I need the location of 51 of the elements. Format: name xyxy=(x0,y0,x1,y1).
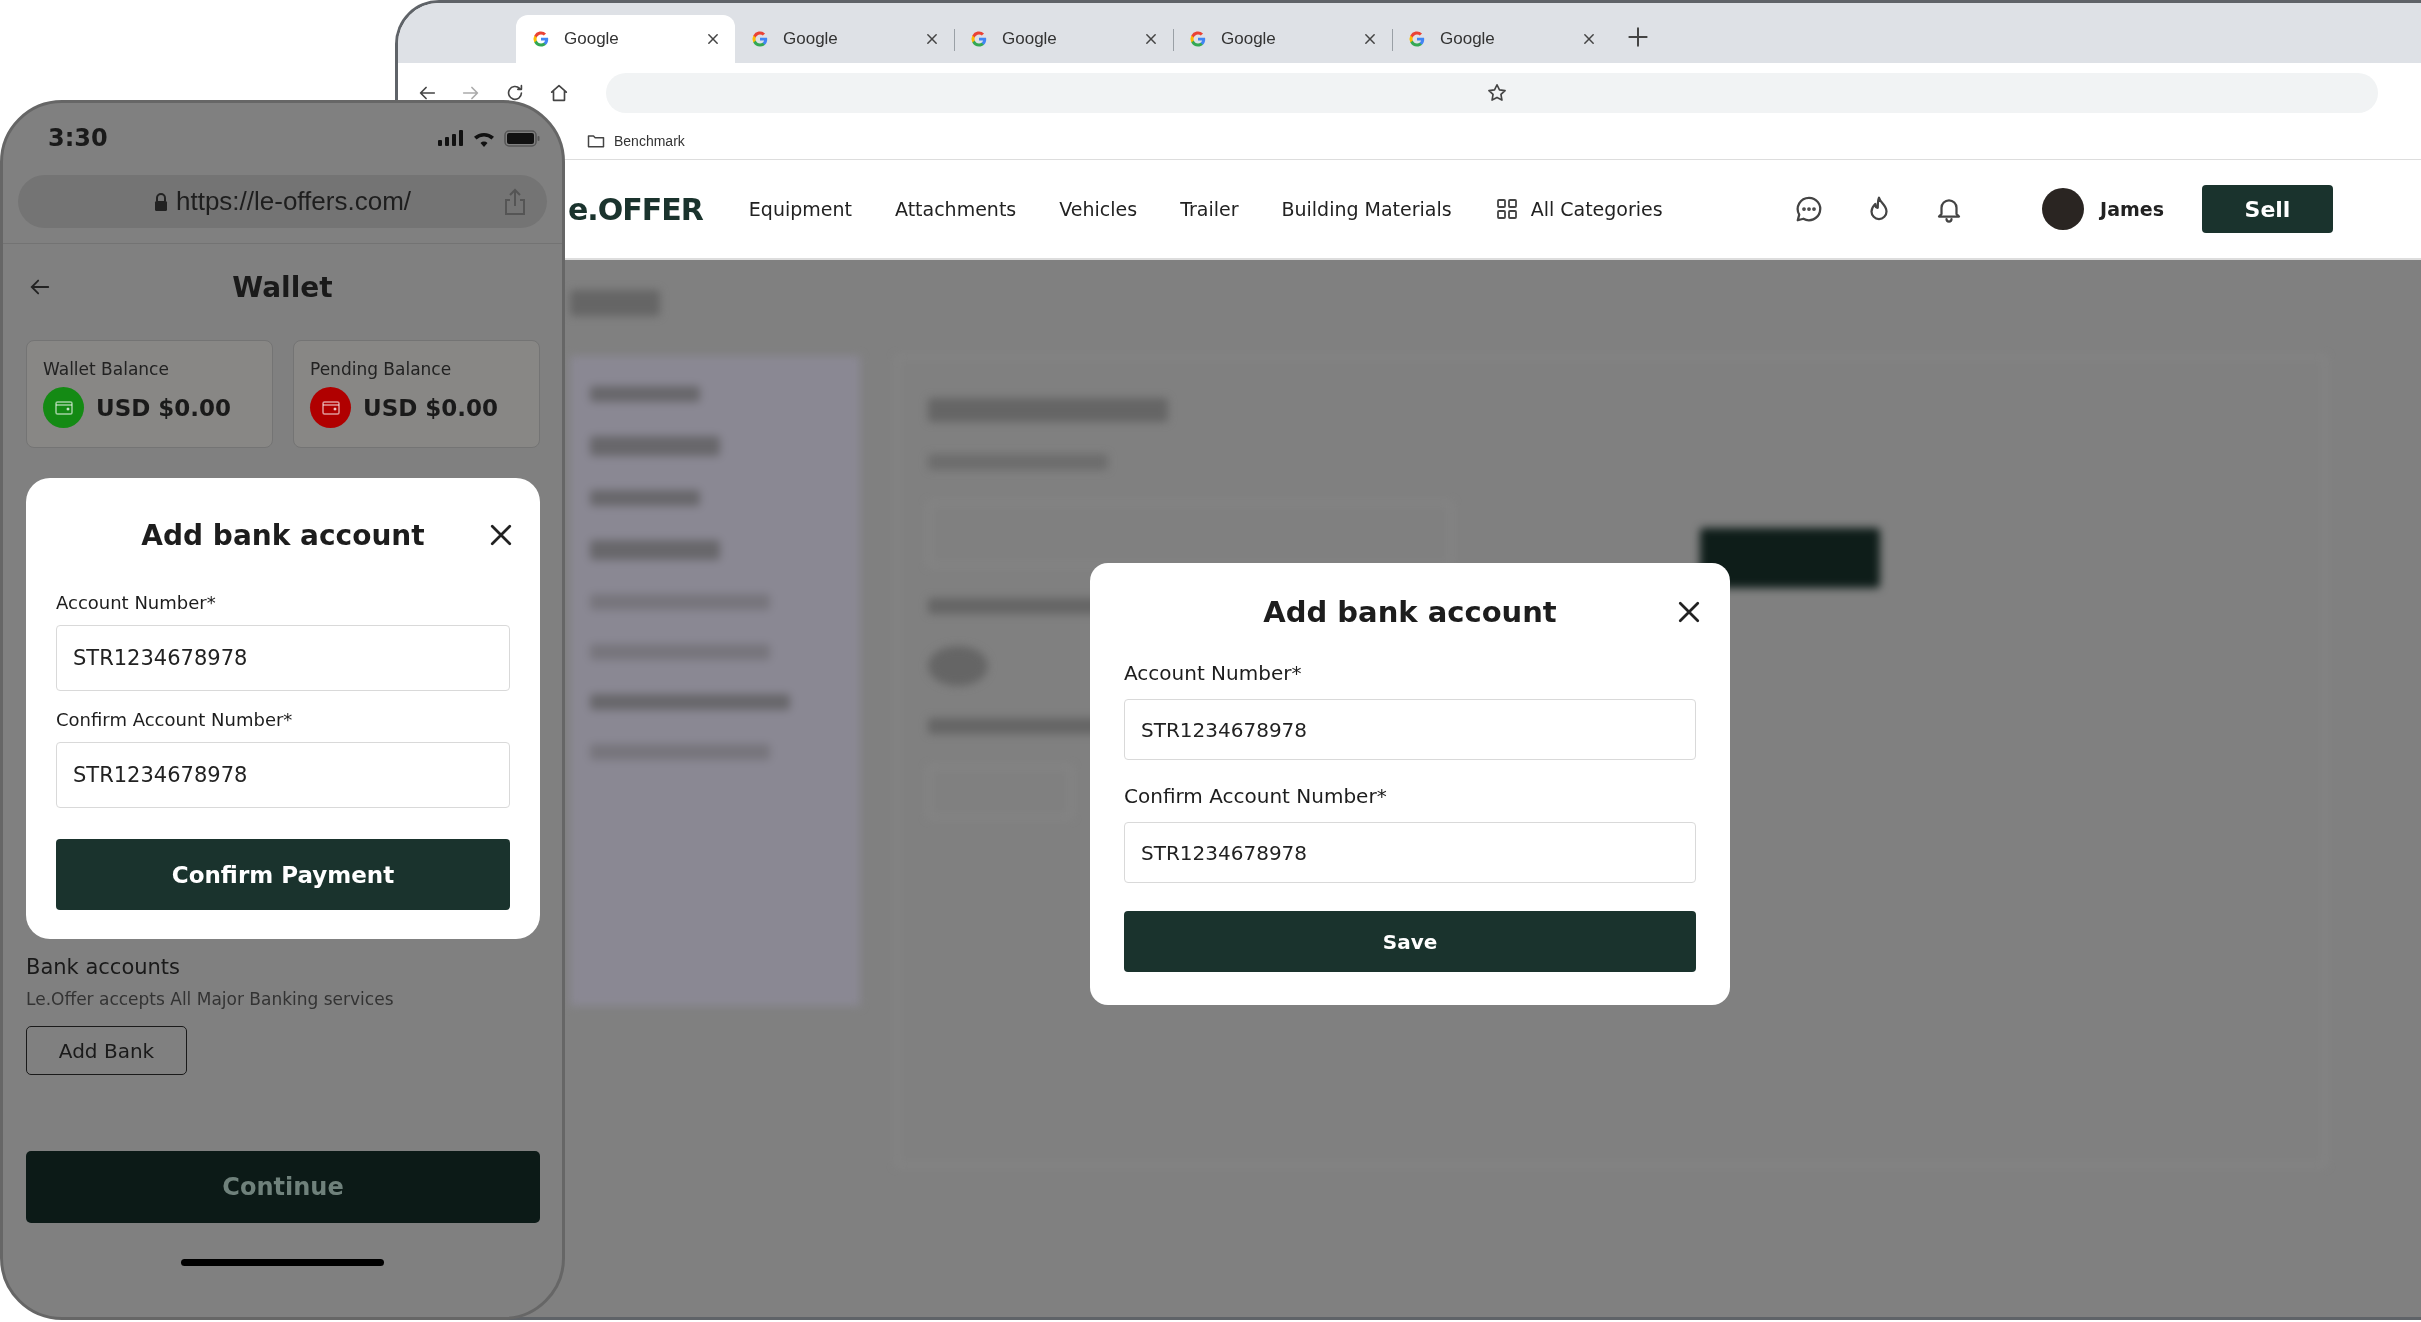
continue-button[interactable]: Continue xyxy=(26,1151,540,1223)
input-field[interactable]: STR1234678978 xyxy=(1124,699,1696,760)
add-bank-button[interactable]: Add Bank xyxy=(26,1026,187,1075)
browser-tab[interactable]: Google xyxy=(516,15,735,63)
avatar[interactable] xyxy=(2042,188,2085,230)
lock-icon xyxy=(153,192,168,211)
balance-amount: USD $0.00 xyxy=(363,394,499,421)
battery-icon xyxy=(504,129,540,147)
field-label: Account Number* xyxy=(1124,661,1303,685)
signal-icon xyxy=(438,130,464,146)
balance-label: Pending Balance xyxy=(310,359,453,379)
modal-title: Add bank account xyxy=(1263,595,1557,629)
input-field[interactable]: STR1234678978 xyxy=(56,742,510,808)
section-subtitle: Le.Offer accepts All Major Banking services xyxy=(26,989,395,1009)
user-name[interactable]: James xyxy=(2100,198,2164,220)
balance-label: Wallet Balance xyxy=(43,359,170,379)
site-logo[interactable]: e.OFFER xyxy=(568,191,703,227)
google-logo-icon xyxy=(970,30,988,48)
input-field[interactable]: STR1234678978 xyxy=(56,625,510,691)
nav-link[interactable]: Attachments xyxy=(894,198,1017,220)
google-logo-icon xyxy=(1408,30,1426,48)
nav-link[interactable]: Vehicles xyxy=(1059,198,1138,220)
browser-tab[interactable]: Google xyxy=(1173,15,1392,63)
google-logo-icon xyxy=(751,30,769,48)
field-label: Account Number* xyxy=(56,592,217,613)
page-title: Wallet xyxy=(232,270,333,304)
field-label: Confirm Account Number* xyxy=(1124,784,1388,808)
url-text: https://le-offers.com/ xyxy=(175,186,412,217)
star-icon[interactable] xyxy=(1486,82,1508,104)
google-logo-icon xyxy=(1189,30,1207,48)
balance-amount: USD $0.00 xyxy=(96,394,232,421)
status-time: 3:30 xyxy=(48,124,109,152)
address-bar[interactable]: https://le-offers.com/ xyxy=(18,175,547,228)
google-logo-icon xyxy=(532,30,550,48)
grid-icon xyxy=(1494,197,1519,221)
browser-tab[interactable]: Google xyxy=(735,15,954,63)
nav-link[interactable]: Trailer xyxy=(1180,198,1239,220)
home-icon[interactable] xyxy=(548,82,570,104)
section-title: Bank accounts xyxy=(26,955,182,979)
submit-button[interactable]: Confirm Payment xyxy=(56,839,510,910)
bookmark[interactable]: Benchmark xyxy=(614,133,685,149)
browser-tab[interactable]: Google xyxy=(954,15,1173,63)
nav-link[interactable]: Equipment xyxy=(748,198,852,220)
submit-button[interactable]: Save xyxy=(1124,911,1696,972)
modal-title: Add bank account xyxy=(141,518,425,552)
browser-tab[interactable]: Google xyxy=(1392,15,1611,63)
nav-link[interactable]: Building Materials xyxy=(1281,198,1452,220)
field-label: Confirm Account Number* xyxy=(56,709,294,730)
sell-button[interactable]: Sell xyxy=(2202,185,2333,233)
nav-link[interactable]: All Categories xyxy=(1530,198,1663,220)
input-field[interactable]: STR1234678978 xyxy=(1124,822,1696,883)
